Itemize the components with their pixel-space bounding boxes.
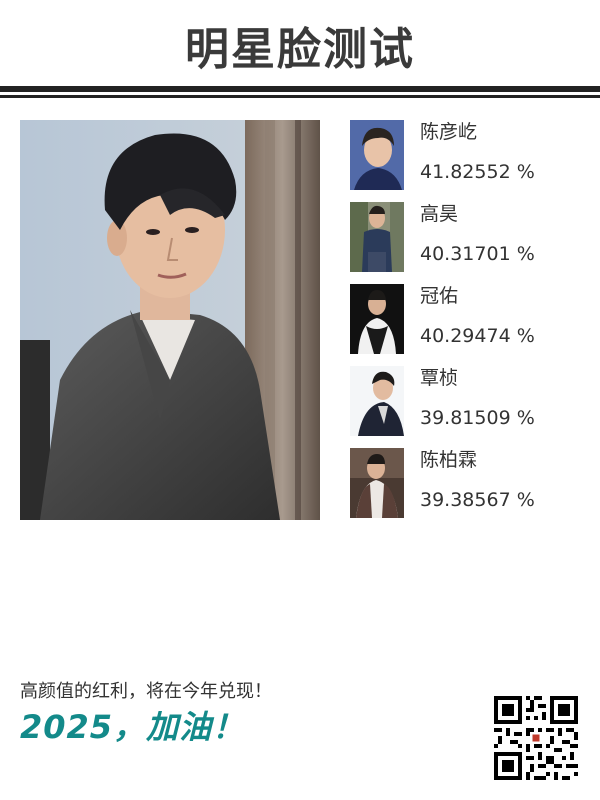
page-title: 明星脸测试 (185, 24, 415, 75)
cheer-text: 2025，加油！ (20, 708, 246, 746)
similarity-score: 40.31701 % (420, 243, 535, 265)
list-item[interactable]: 高昊 40.31701 % (350, 202, 580, 274)
qr-code-icon[interactable] (494, 696, 578, 780)
celebrity-name: 陈柏霖 (420, 449, 478, 471)
list-item[interactable]: 陈彦屹 41.82552 % (350, 120, 580, 192)
slogan-text: 高颜值的红利，将在今年兑现！ (20, 681, 272, 702)
list-item[interactable]: 覃桢 39.81509 % (350, 366, 580, 438)
celebrity-photo-icon (350, 284, 404, 354)
celebrity-name: 覃桢 (420, 367, 459, 389)
celebrity-photo-icon (350, 448, 404, 518)
celebrity-photo-icon (350, 366, 404, 436)
celebrity-name: 冠佑 (420, 285, 459, 307)
similarity-score: 41.82552 % (420, 161, 535, 183)
main-portrait-photo (20, 120, 320, 520)
celebrity-name: 高昊 (420, 203, 459, 225)
similarity-score: 40.29474 % (420, 325, 535, 347)
list-item[interactable]: 冠佑 40.29474 % (350, 284, 580, 356)
celebrity-photo-icon (350, 202, 404, 272)
header-divider-thick (0, 86, 600, 92)
similarity-score: 39.81509 % (420, 407, 535, 429)
celebrity-photo-icon (350, 120, 404, 190)
portrait-photo-icon (20, 120, 320, 520)
header: 明星脸测试 (0, 0, 600, 100)
list-item[interactable]: 陈柏霖 39.38567 % (350, 448, 580, 520)
similarity-score: 39.38567 % (420, 489, 535, 511)
celebrity-name: 陈彦屹 (420, 121, 478, 143)
header-divider-thin (0, 95, 600, 98)
